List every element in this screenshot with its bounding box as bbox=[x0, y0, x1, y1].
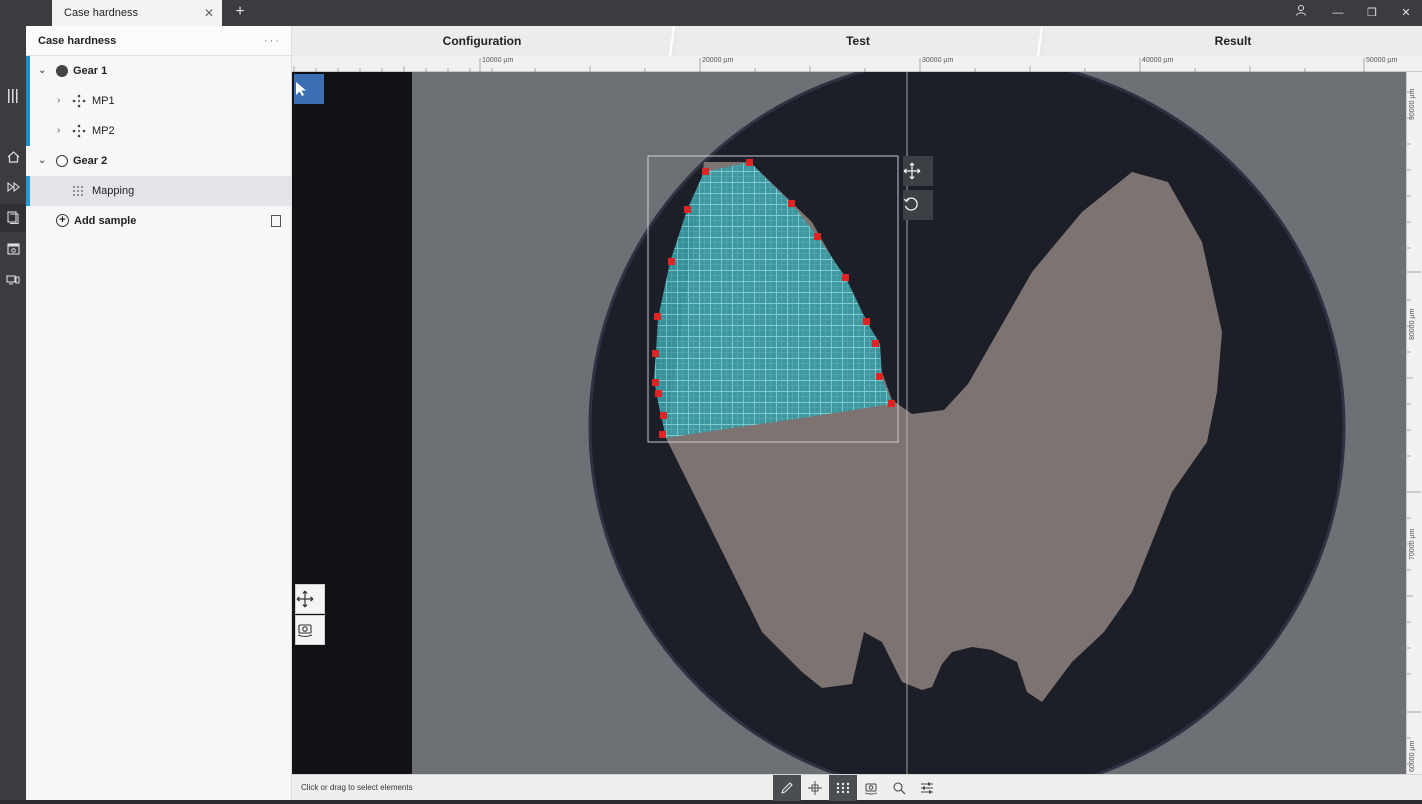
close-window-button[interactable]: ✕ bbox=[1396, 4, 1416, 22]
selection-indicator-bar bbox=[26, 176, 30, 206]
tab-result[interactable]: Result bbox=[1044, 26, 1422, 56]
tab-test[interactable]: Test bbox=[676, 26, 1040, 56]
tree-title: Case hardness bbox=[38, 35, 117, 47]
sample-indicator-bar bbox=[26, 86, 30, 116]
camera-tool-button[interactable] bbox=[295, 615, 325, 645]
tree-item-label: Mapping bbox=[92, 185, 135, 197]
camera-view-button[interactable] bbox=[857, 775, 885, 801]
rotate-icon bbox=[903, 197, 918, 211]
tree-item-label: MP2 bbox=[92, 125, 115, 137]
sliders-icon bbox=[921, 782, 933, 794]
ruler-label: 20000 µm bbox=[702, 57, 734, 64]
move-arrows-icon bbox=[903, 162, 921, 180]
workflow-steps: Configuration Test Result bbox=[292, 26, 1422, 56]
mapping-tool-button[interactable] bbox=[829, 775, 857, 801]
title-bar: Case hardness ✕ + — ❐ ✕ bbox=[0, 0, 1422, 26]
chevron-down-icon[interactable]: ⌄ bbox=[38, 146, 46, 176]
settings-sliders-button[interactable] bbox=[913, 775, 941, 801]
horizontal-ruler: 10000 µm 20000 µm 30000 µm 40000 µm 5000… bbox=[292, 56, 1422, 72]
select-tool-button[interactable] bbox=[294, 74, 324, 104]
ruler-label: 70000 µm bbox=[1409, 528, 1416, 560]
fast-forward-icon[interactable] bbox=[0, 173, 26, 201]
ruler-label: 30000 µm bbox=[922, 57, 954, 64]
tree-item-gear-1[interactable]: ⌄ Gear 1 bbox=[26, 56, 291, 86]
crosshair-icon bbox=[808, 781, 822, 795]
ruler-label: 90000 µm bbox=[1409, 88, 1416, 120]
tree-item-label: Gear 2 bbox=[73, 155, 108, 167]
devices-icon[interactable] bbox=[0, 266, 26, 294]
document-tab[interactable]: Case hardness ✕ bbox=[52, 0, 222, 26]
image-frame-icon[interactable] bbox=[0, 235, 26, 263]
sample-tree-panel: Case hardness ··· ⌄ Gear 1 › MP1 › MP2 ⌄… bbox=[26, 26, 292, 800]
close-tab-icon[interactable]: ✕ bbox=[204, 0, 214, 26]
tree-header: Case hardness ··· bbox=[26, 26, 291, 56]
tree-item-gear-2[interactable]: ⌄ Gear 2 bbox=[26, 146, 291, 176]
tree-item-label: MP1 bbox=[92, 95, 115, 107]
grid-dots-icon bbox=[836, 782, 850, 794]
ruler-label: 40000 µm bbox=[1142, 57, 1174, 64]
ruler-label: 80000 µm bbox=[1409, 308, 1416, 340]
camera-icon bbox=[864, 783, 878, 795]
specimen-image bbox=[292, 72, 1406, 774]
ruler-label: 50000 µm bbox=[1366, 57, 1398, 64]
add-sample-button[interactable]: + Add sample bbox=[26, 206, 291, 236]
navigation-rail bbox=[0, 26, 26, 800]
mapping-grid-icon bbox=[73, 186, 83, 196]
more-options-icon[interactable]: ··· bbox=[264, 26, 281, 56]
magnifier-icon bbox=[893, 782, 906, 795]
sample-indicator-bar bbox=[26, 56, 30, 86]
vertical-ruler: 90000 µm 80000 µm 70000 µm 60000 µm bbox=[1406, 72, 1422, 774]
pencil-icon bbox=[781, 782, 793, 794]
tree-item-label: Gear 1 bbox=[73, 65, 108, 77]
measurement-point-icon bbox=[72, 94, 86, 108]
zoom-button[interactable] bbox=[885, 775, 913, 801]
restore-button[interactable]: ❐ bbox=[1362, 4, 1382, 22]
ruler-label: 60000 µm bbox=[1409, 740, 1416, 772]
tree-item-mp1[interactable]: › MP1 bbox=[26, 86, 291, 116]
pan-tool-button[interactable] bbox=[295, 584, 325, 614]
menu-icon[interactable] bbox=[0, 82, 26, 110]
ruler-label: 10000 µm bbox=[482, 57, 514, 64]
measure-tool-button[interactable] bbox=[773, 775, 801, 801]
sample-empty-icon bbox=[56, 155, 68, 167]
tab-configuration[interactable]: Configuration bbox=[292, 26, 672, 56]
document-tab-title: Case hardness bbox=[64, 7, 138, 19]
move-selection-button[interactable] bbox=[903, 156, 933, 186]
cursor-arrow-icon bbox=[296, 82, 306, 96]
document-add-icon[interactable] bbox=[271, 215, 281, 227]
sample-indicator-bar bbox=[26, 116, 30, 146]
chevron-right-icon[interactable]: › bbox=[57, 116, 60, 146]
crosshair-tool-button[interactable] bbox=[801, 775, 829, 801]
new-tab-button[interactable]: + bbox=[232, 3, 248, 21]
chevron-down-icon[interactable]: ⌄ bbox=[38, 56, 46, 86]
home-icon[interactable] bbox=[0, 143, 26, 171]
ruler-ticks bbox=[293, 58, 1365, 72]
add-sample-label: Add sample bbox=[74, 215, 137, 227]
documents-icon[interactable] bbox=[0, 204, 26, 232]
sample-filled-icon bbox=[56, 65, 68, 77]
ruler-ticks bbox=[1407, 91, 1421, 765]
camera-rotate-icon bbox=[297, 624, 313, 637]
chevron-right-icon[interactable]: › bbox=[57, 86, 60, 116]
move-arrows-icon bbox=[296, 590, 314, 608]
status-text: Click or drag to select elements bbox=[301, 783, 413, 792]
image-canvas[interactable] bbox=[292, 72, 1406, 774]
dark-strip bbox=[292, 72, 412, 774]
minimize-button[interactable]: — bbox=[1328, 4, 1348, 22]
status-bar: Click or drag to select elements bbox=[292, 774, 1422, 801]
tree-item-mapping[interactable]: Mapping bbox=[26, 176, 291, 206]
measurement-point-icon bbox=[72, 124, 86, 138]
rotate-selection-button[interactable] bbox=[903, 190, 933, 220]
tree-item-mp2[interactable]: › MP2 bbox=[26, 116, 291, 146]
add-circle-icon: + bbox=[56, 214, 69, 227]
user-icon[interactable] bbox=[1291, 4, 1311, 22]
